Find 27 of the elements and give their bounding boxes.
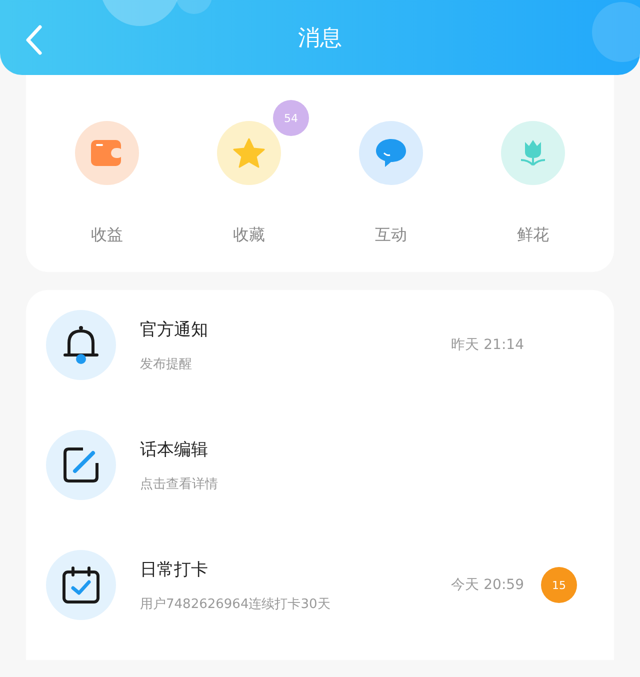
message-title: 官方通知: [140, 318, 209, 340]
message-item[interactable]: 话本编辑 点击查看详情: [46, 430, 594, 500]
chat-bubble-icon: [375, 138, 407, 168]
edit-icon: [63, 447, 99, 483]
message-time: 昨天 21:14: [451, 336, 524, 354]
message-preview: 用户7482626964连续打卡30天: [140, 596, 332, 612]
decor-circle: [592, 2, 640, 62]
unread-badge: 15: [541, 567, 577, 603]
count-badge: 54: [273, 100, 309, 136]
calendar-icon: [62, 566, 100, 604]
message-time: 今天 20:59: [451, 576, 524, 594]
message-item[interactable]: 日常打卡 用户7482626964连续打卡30天 今天 20:59 15: [46, 550, 594, 620]
message-title: 话本编辑: [140, 438, 209, 460]
bell-icon: [63, 325, 99, 365]
message-item[interactable]: 官方通知 发布提醒 昨天 21:14: [46, 310, 594, 380]
back-icon[interactable]: [24, 24, 44, 56]
shortcut-label: 鲜花: [517, 225, 549, 246]
message-title: 日常打卡: [140, 558, 209, 580]
flower-icon: [518, 138, 548, 168]
page-title: 消息: [298, 24, 342, 52]
shortcut-label: 收益: [91, 225, 123, 246]
message-preview: 发布提醒: [140, 356, 193, 372]
shortcut-label: 互动: [375, 225, 407, 246]
message-preview: 点击查看详情: [140, 476, 219, 492]
star-icon: [233, 138, 265, 168]
shortcut-label: 收藏: [233, 225, 265, 246]
wallet-icon: [91, 140, 123, 166]
